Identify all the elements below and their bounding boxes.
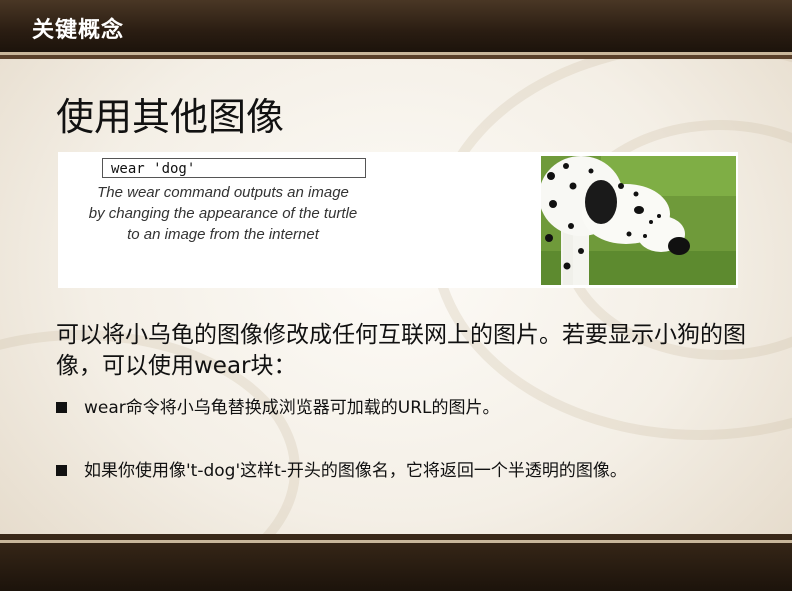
footer-divider	[0, 540, 792, 543]
code-block: wear 'dog'	[102, 158, 366, 178]
caption-line: by changing the appearance of the turtle	[88, 205, 358, 222]
bullet-square-icon	[56, 402, 67, 413]
slide-title: 使用其他图像	[56, 95, 285, 139]
bullet-item: 如果你使用像't-dog'这样t-开头的图像名，它将返回一个半透明的图像。	[56, 459, 716, 484]
caption-line: to an image from the internet	[127, 226, 319, 243]
dalmatian-dog-image	[541, 156, 736, 285]
figure-caption: The wear command outputs an image by cha…	[58, 182, 388, 245]
caption-line: The wear command outputs an image	[97, 184, 349, 201]
slide: 关键概念 使用其他图像 wear 'dog' The wear command …	[0, 0, 792, 591]
bullet-text: 如果你使用像't-dog'这样t-开头的图像名，它将返回一个半透明的图像。	[84, 461, 627, 481]
bullet-item: wear命令将小乌龟替换成浏览器可加载的URL的图片。	[56, 396, 736, 421]
bullet-text: wear命令将小乌龟替换成浏览器可加载的URL的图片。	[84, 398, 500, 418]
body-paragraph: 可以将小乌龟的图像修改成任何互联网上的图片。若要显示小狗的图像，可以使用wear…	[56, 322, 746, 379]
header-divider	[0, 55, 792, 59]
example-figure: wear 'dog' The wear command outputs an i…	[58, 152, 738, 288]
header-title: 关键概念	[32, 18, 125, 43]
bullet-square-icon	[56, 465, 67, 476]
